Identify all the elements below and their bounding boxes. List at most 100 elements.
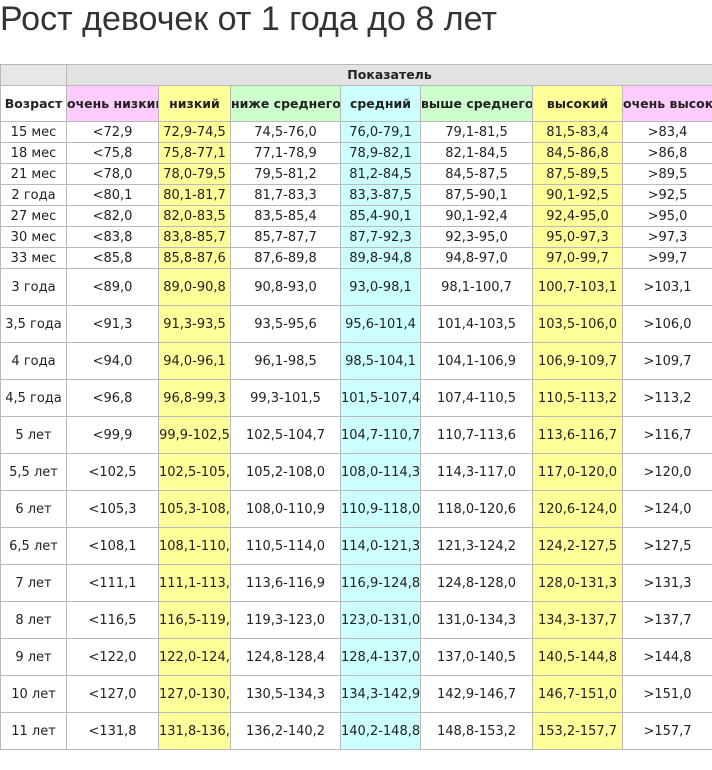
age-cell: 11 лет (0, 712, 67, 750)
value-cell: 78,0-79,5 (158, 163, 231, 185)
table-row: 33 мес <85,8 85,8-87,6 87,6-89,8 89,8-94,8 94… (0, 247, 712, 269)
value-cell: 96,1-98,5 (230, 342, 341, 380)
value-cell: <131,8 (66, 712, 159, 750)
value-cell: 96,8-99,3 (158, 379, 231, 417)
value-cell: 114,3-117,0 (420, 453, 533, 491)
value-cell: 127,0-130,5 (158, 675, 231, 713)
value-cell: 92,4-95,0 (532, 205, 623, 227)
value-cell: 94,0-96,1 (158, 342, 231, 380)
table-row: 3 года <89,0 89,0-90,8 90,8-93,0 93,0-98,1 98… (0, 268, 712, 306)
age-cell: 4 года (0, 342, 67, 380)
value-cell: 108,0-114,3 (340, 453, 421, 491)
value-cell: 87,7-92,3 (340, 226, 421, 248)
value-cell: 98,1-100,7 (420, 268, 533, 306)
value-cell: >113,2 (621, 379, 712, 417)
value-cell: 102,5-105,2 (158, 453, 231, 491)
value-cell: <108,1 (66, 527, 159, 565)
value-cell: 89,8-94,8 (340, 247, 421, 269)
table-row: 7 лет <111,1 111,1-113,6 113,6-116,9 116,9-1… (0, 564, 712, 602)
table-row: 9 лет <122,0 122,0-124,8 124,8-128,4 128,4-1… (0, 638, 712, 676)
table-row: 30 мес <83,8 83,8-85,7 85,7-87,7 87,7-92,3 92… (0, 226, 712, 248)
value-cell: 134,3-137,7 (532, 601, 623, 639)
value-cell: <78,0 (66, 163, 159, 185)
value-cell: 101,4-103,5 (420, 305, 533, 343)
value-cell: >120,0 (621, 453, 712, 491)
value-cell: 131,8-136,2 (158, 712, 231, 750)
table-row: 11 лет <131,8 131,8-136,2 136,2-140,2 140,2-… (0, 712, 712, 750)
value-cell: >131,3 (621, 564, 712, 602)
value-cell: 146,7-151,0 (532, 675, 623, 713)
value-cell: 131,0-134,3 (420, 601, 533, 639)
table-row: 4 года <94,0 94,0-96,1 96,1-98,5 98,5-104,1 1… (0, 342, 712, 380)
value-cell: 79,1-81,5 (420, 121, 533, 143)
value-cell: 128,0-131,3 (532, 564, 623, 602)
value-cell: 95,6-101,4 (340, 305, 421, 343)
col-header-very-high: очень высокий (621, 85, 712, 122)
table-row: 5,5 лет <102,5 102,5-105,2 105,2-108,0 108,0… (0, 453, 712, 491)
value-cell: <127,0 (66, 675, 159, 713)
value-cell: >103,1 (621, 268, 712, 306)
value-cell: 137,0-140,5 (420, 638, 533, 676)
value-cell: 91,3-93,5 (158, 305, 231, 343)
age-cell: 10 лет (0, 675, 67, 713)
value-cell: 123,0-131,0 (340, 601, 421, 639)
value-cell: 102,5-104,7 (230, 416, 341, 454)
value-cell: 90,1-92,4 (420, 205, 533, 227)
value-cell: 84,5-86,8 (532, 142, 623, 164)
value-cell: <111,1 (66, 564, 159, 602)
value-cell: <105,3 (66, 490, 159, 528)
value-cell: >151,0 (621, 675, 712, 713)
table-row: 4,5 года <96,8 96,8-99,3 99,3-101,5 101,5-10… (0, 379, 712, 417)
col-header-above-average: выше среднего (420, 85, 533, 122)
value-cell: >106,0 (621, 305, 712, 343)
value-cell: 85,7-87,7 (230, 226, 341, 248)
value-cell: 72,9-74,5 (158, 121, 231, 143)
age-cell: 6 лет (0, 490, 67, 528)
value-cell: >97,3 (621, 226, 712, 248)
value-cell: >109,7 (621, 342, 712, 380)
value-cell: 110,5-113,2 (532, 379, 623, 417)
value-cell: 80,1-81,7 (158, 184, 231, 206)
age-cell: 6,5 лет (0, 527, 67, 565)
value-cell: <75,8 (66, 142, 159, 164)
value-cell: 128,4-137,0 (340, 638, 421, 676)
value-cell: 92,3-95,0 (420, 226, 533, 248)
value-cell: 134,3-142,9 (340, 675, 421, 713)
value-cell: 82,1-84,5 (420, 142, 533, 164)
value-cell: 118,0-120,6 (420, 490, 533, 528)
age-cell: 15 мес (0, 121, 67, 143)
age-cell: 7 лет (0, 564, 67, 602)
value-cell: <85,8 (66, 247, 159, 269)
value-cell: 78,9-82,1 (340, 142, 421, 164)
value-cell: 140,2-148,8 (340, 712, 421, 750)
value-cell: 148,8-153,2 (420, 712, 533, 750)
value-cell: 90,1-92,5 (532, 184, 623, 206)
height-table: Показатель Возраст очень низкий низкий н… (0, 64, 712, 750)
value-cell: >99,7 (621, 247, 712, 269)
value-cell: 75,8-77,1 (158, 142, 231, 164)
value-cell: 87,5-90,1 (420, 184, 533, 206)
page-title: Рост девочек от 1 года до 8 лет (0, 0, 497, 38)
value-cell: <102,5 (66, 453, 159, 491)
value-cell: >144,8 (621, 638, 712, 676)
value-cell: 87,5-89,5 (532, 163, 623, 185)
value-cell: >92,5 (621, 184, 712, 206)
col-header-high: высокий (532, 85, 623, 122)
value-cell: 93,0-98,1 (340, 268, 421, 306)
value-cell: 95,0-97,3 (532, 226, 623, 248)
value-cell: 111,1-113,6 (158, 564, 231, 602)
value-cell: 117,0-120,0 (532, 453, 623, 491)
value-cell: 84,5-87,5 (420, 163, 533, 185)
value-cell: 101,5-107,4 (340, 379, 421, 417)
value-cell: 110,7-113,6 (420, 416, 533, 454)
value-cell: 94,8-97,0 (420, 247, 533, 269)
value-cell: 83,5-85,4 (230, 205, 341, 227)
table-row: 3,5 года <91,3 91,3-93,5 93,5-95,6 95,6-101,… (0, 305, 712, 343)
table-row: 2 года <80,1 80,1-81,7 81,7-83,3 83,3-87,5 87… (0, 184, 712, 206)
value-cell: <89,0 (66, 268, 159, 306)
value-cell: <122,0 (66, 638, 159, 676)
col-header-average: средний (340, 85, 421, 122)
value-cell: 87,6-89,8 (230, 247, 341, 269)
table-row: 15 мес <72,9 72,9-74,5 74,5-76,0 76,0-79,1 79… (0, 121, 712, 143)
col-header-very-low: очень низкий (66, 85, 159, 122)
